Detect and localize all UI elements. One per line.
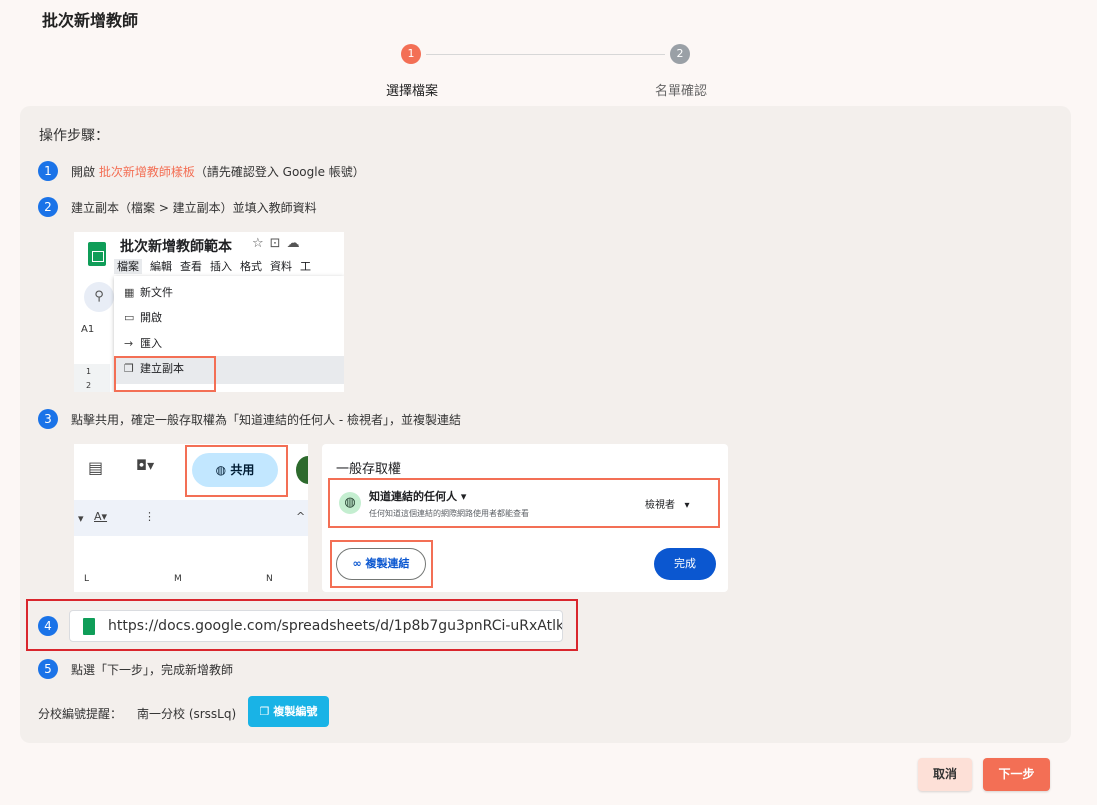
new-doc-icon: ▦ <box>124 286 135 299</box>
step-2-indicator: 2 <box>670 44 690 64</box>
column-header: M <box>174 574 182 584</box>
step-5-text: 點選「下一步」，完成新增教師 <box>71 663 234 677</box>
more-icon: ⋮ <box>144 510 155 523</box>
step-1-label: 選擇檔案 <box>386 84 439 99</box>
step-3-text: 點擊共用，確定一般存取權為「知道連結的任何人 - 檢視者」，並複製連結 <box>71 413 461 427</box>
step-badge-5: 5 <box>38 659 58 679</box>
tutorial-image-make-copy: 批次新增教師範本 ☆⊡☁ 檔案 編輯 查看 插入 格式 資料工 ⚲ A1 1 2 ▦ 新文件… <box>74 232 344 392</box>
search-icon: ⚲ <box>84 282 114 312</box>
row-number: 2 <box>86 381 92 390</box>
sheet-url-input[interactable]: https://docs.google.com/spreadsheets/d/1… <box>69 610 563 642</box>
menu-edit: 編輯 <box>150 260 172 273</box>
cell-reference: A1 <box>81 324 95 335</box>
folder-open-icon: ▭ <box>124 311 135 324</box>
highlight-box <box>328 478 720 528</box>
sheet-url-value: https://docs.google.com/spreadsheets/d/1… <box>108 618 563 634</box>
stepper: 1 2 選擇檔案 名單確認 <box>0 44 1097 104</box>
step-badge-2: 2 <box>38 197 58 217</box>
menu-item-open: ▭ 開啟 <box>124 311 162 324</box>
tutorial-image-share: ▤ ◘▾ ◍ 共用 ▾ A▾ ⋮ ^ L M N <box>74 444 308 592</box>
text-color-icon: A▾ <box>94 510 108 523</box>
step-1-prefix: 開啟 <box>71 165 99 179</box>
done-button-illustration: 完成 <box>654 548 716 580</box>
cloud-icon: ☁ <box>286 236 306 251</box>
row-number: 1 <box>86 367 92 376</box>
column-header: N <box>266 574 273 584</box>
menu-format: 格式 <box>240 260 262 273</box>
highlight-box <box>330 540 433 588</box>
instructions-card: 操作步驟： 1 開啟 批次新增教師樣板（請先確認登入 Google 帳號） 2 … <box>20 106 1071 743</box>
avatar <box>296 456 308 484</box>
sheets-logo-icon <box>88 242 106 266</box>
menu-item-new: ▦ 新文件 <box>124 286 173 299</box>
copy-icon: ❐ <box>259 705 274 718</box>
step-badge-4: 4 <box>38 616 58 636</box>
instructions-heading: 操作步驟： <box>39 128 109 144</box>
star-icon: ☆ <box>252 236 270 251</box>
campus-code-value: 南一分校 (srssLq) <box>137 707 237 721</box>
menu-file: 檔案 <box>114 259 142 274</box>
chevron-up-icon: ^ <box>296 510 306 523</box>
menu-view: 查看 <box>180 260 202 273</box>
page-title: 批次新增教師 <box>42 11 139 30</box>
chevron-down-icon: ▾ <box>78 512 84 525</box>
highlight-box <box>114 356 216 392</box>
step-2-text: 建立副本（檔案 > 建立副本）並填入教師資料 <box>71 201 317 215</box>
column-header: L <box>84 574 90 584</box>
sheet-menubar: 檔案 編輯 查看 插入 格式 資料工 <box>114 258 319 274</box>
step-1-indicator: 1 <box>401 44 421 64</box>
sheet-title-icons: ☆⊡☁ <box>252 236 306 251</box>
menu-tools: 工 <box>300 260 311 273</box>
menu-insert: 插入 <box>210 260 232 273</box>
stepper-connector <box>426 54 665 55</box>
sheets-logo-icon <box>83 618 95 635</box>
menu-data: 資料 <box>270 260 292 273</box>
import-icon: → <box>124 337 134 350</box>
step-1-text: 開啟 批次新增教師樣板（請先確認登入 Google 帳號） <box>71 163 365 180</box>
sheet-toolbar: ▾ A▾ ⋮ ^ <box>74 500 308 536</box>
general-access-title: 一般存取權 <box>336 462 402 477</box>
column-headers: L M N <box>74 570 308 590</box>
campus-code-label: 分校編號提醒： <box>38 707 123 721</box>
copy-code-button[interactable]: ❐ 複製編號 <box>248 696 329 727</box>
video-icon: ◘▾ <box>136 458 155 474</box>
sheet-title: 批次新增教師範本 <box>120 239 232 255</box>
step-1-suffix: （請先確認登入 Google 帳號） <box>194 165 365 179</box>
template-link[interactable]: 批次新增教師樣板 <box>99 165 195 179</box>
step-badge-1: 1 <box>38 161 58 181</box>
comment-icon: ▤ <box>88 458 104 477</box>
folder-icon: ⊡ <box>269 236 287 251</box>
cancel-button[interactable]: 取消 <box>918 758 972 791</box>
next-button[interactable]: 下一步 <box>983 758 1050 791</box>
highlight-box <box>185 445 288 497</box>
step-2-label: 名單確認 <box>655 84 708 99</box>
row-headers: 1 2 <box>74 364 110 392</box>
menu-item-import: → 匯入 <box>124 337 162 350</box>
tutorial-image-general-access: 一般存取權 ◍ 知道連結的任何人 ▾ 任何知道這個連結的網際網路使用者都能查看 … <box>322 444 728 592</box>
step-badge-3: 3 <box>38 409 58 429</box>
